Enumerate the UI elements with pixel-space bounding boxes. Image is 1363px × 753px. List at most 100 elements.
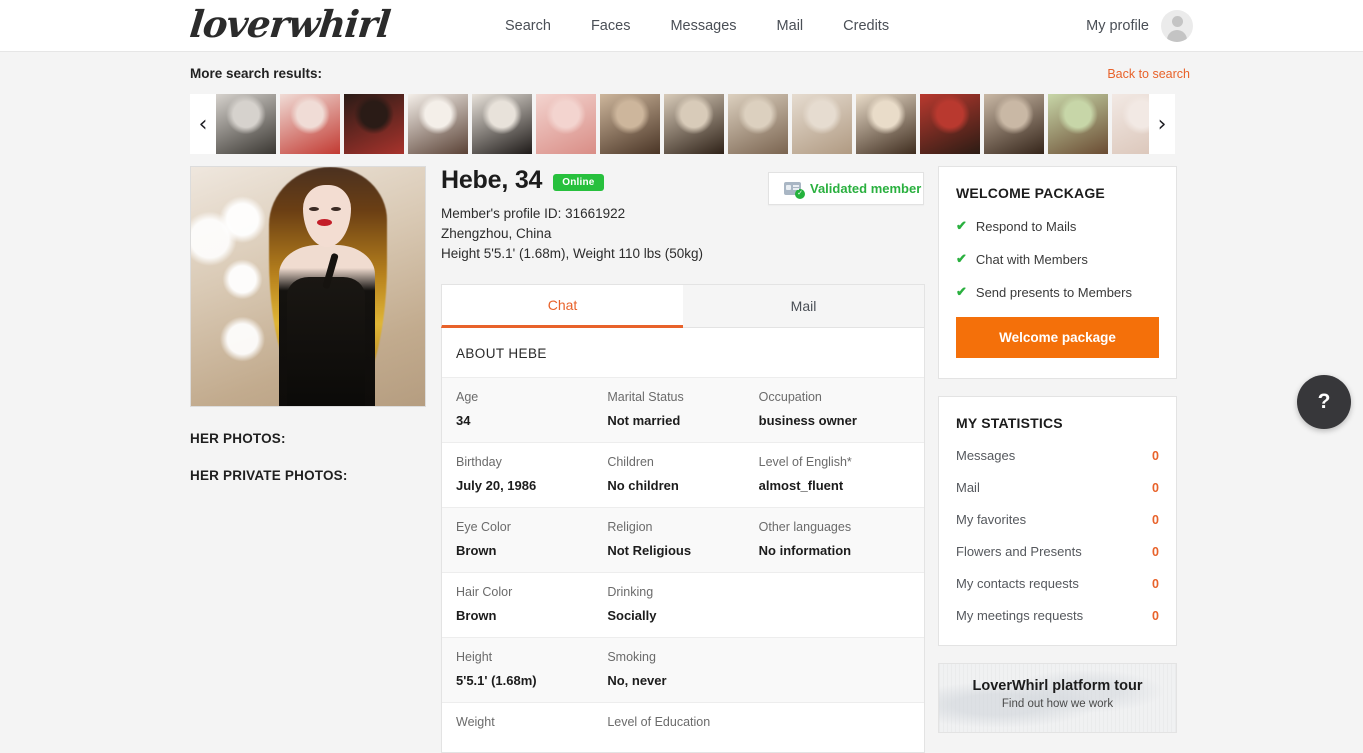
profile-right-sidebar: WELCOME PACKAGE ✔Respond to Mails✔Chat w… (938, 166, 1177, 733)
welcome-package-title: WELCOME PACKAGE (956, 185, 1159, 201)
about-info-cell: Level of English*almost_fluent (759, 455, 910, 493)
about-info-row: Height5'5.1' (1.68m)SmokingNo, never (442, 637, 924, 702)
about-info-cell: Level of Education (607, 715, 758, 738)
profile-id-line: Member's profile ID: 31661922 (441, 206, 925, 221)
about-info-value: Not Religious (607, 543, 758, 558)
nav-item-search[interactable]: Search (505, 18, 551, 34)
about-info-value: Not married (607, 413, 758, 428)
about-info-key: Eye Color (456, 520, 607, 534)
profile-location-line: Zhengzhou, China (441, 226, 925, 241)
statistics-value: 0 (1152, 609, 1159, 623)
statistics-row[interactable]: My contacts requests0 (956, 576, 1159, 591)
profile-main-column: Hebe, 34 Online Member's profile ID: 316… (441, 166, 925, 753)
carousel-prev-icon[interactable]: ‹ (190, 94, 216, 154)
welcome-package-perk-label: Chat with Members (976, 252, 1088, 267)
carousel-thumbnail[interactable] (664, 94, 724, 154)
profile-left-column: HER PHOTOS: HER PRIVATE PHOTOS: (190, 166, 430, 483)
my-statistics-card: MY STATISTICS Messages0Mail0My favorites… (938, 396, 1177, 646)
statistics-label: Flowers and Presents (956, 544, 1082, 559)
platform-tour-title: LoverWhirl platform tour (939, 678, 1176, 694)
carousel-thumbnail[interactable] (1048, 94, 1108, 154)
back-to-search-link[interactable]: Back to search (1107, 67, 1190, 81)
welcome-package-perk-label: Respond to Mails (976, 219, 1076, 234)
tab-chat[interactable]: Chat (441, 284, 683, 328)
nav-item-faces[interactable]: Faces (591, 18, 631, 34)
about-info-value: Brown (456, 543, 607, 558)
carousel-thumbnail[interactable] (792, 94, 852, 154)
about-info-value: 5'5.1' (1.68m) (456, 673, 607, 688)
about-info-row: Age34Marital StatusNot marriedOccupation… (442, 377, 924, 442)
about-info-key: Marital Status (607, 390, 758, 404)
about-info-key: Birthday (456, 455, 607, 469)
site-logo[interactable]: loverwhirl (188, 2, 392, 46)
help-button[interactable]: ? (1297, 375, 1351, 429)
carousel-thumbnail[interactable] (984, 94, 1044, 154)
photo-lips (317, 219, 332, 226)
results-carousel: ‹ › (190, 94, 1175, 154)
online-status-badge: Online (553, 174, 603, 191)
my-profile-area[interactable]: My profile (1086, 10, 1193, 42)
nav-item-credits[interactable]: Credits (843, 18, 889, 34)
carousel-thumbnail[interactable] (216, 94, 276, 154)
statistics-value: 0 (1152, 481, 1159, 495)
carousel-thumbnail[interactable] (600, 94, 660, 154)
statistics-row[interactable]: My favorites 0 (956, 512, 1159, 527)
carousel-thumbnail[interactable] (1112, 94, 1149, 154)
about-info-cell: Drinking Socially (607, 585, 758, 623)
about-info-cell: Religion Not Religious (607, 520, 758, 558)
carousel-thumbnail[interactable] (344, 94, 404, 154)
about-info-key: Weight (456, 715, 607, 729)
carousel-thumbnail[interactable] (728, 94, 788, 154)
welcome-package-perk-label: Send presents to Members (976, 285, 1132, 300)
statistics-value: 0 (1152, 449, 1159, 463)
carousel-thumbnail[interactable] (856, 94, 916, 154)
validated-member-label: Validated member (810, 181, 921, 196)
statistics-row[interactable]: My meetings requests0 (956, 608, 1159, 623)
profile-name: Hebe, 34 (441, 166, 542, 195)
statistics-row[interactable]: Messages 0 (956, 448, 1159, 463)
carousel-next-icon[interactable]: › (1149, 94, 1175, 154)
carousel-thumbnail[interactable] (408, 94, 468, 154)
about-info-cell: SmokingNo, never (607, 650, 758, 688)
platform-tour-card[interactable]: LoverWhirl platform tour Find out how we… (938, 663, 1177, 733)
statistics-label: Messages (956, 448, 1015, 463)
carousel-thumbnail[interactable] (920, 94, 980, 154)
statistics-row[interactable]: Flowers and Presents 0 (956, 544, 1159, 559)
about-info-cell: Occupationbusiness owner (759, 390, 910, 428)
about-info-key: Level of English* (759, 455, 910, 469)
statistics-label: My contacts requests (956, 576, 1079, 591)
about-info-cell: ChildrenNo children (607, 455, 758, 493)
welcome-package-perk: ✔ Send presents to Members (956, 284, 1159, 300)
tab-mail[interactable]: Mail (683, 284, 925, 328)
statistics-value: 0 (1152, 545, 1159, 559)
about-info-key: Drinking (607, 585, 758, 599)
top-navigation-bar: loverwhirl Search Faces Messages Mail Cr… (0, 0, 1363, 52)
my-statistics-list: Messages0Mail0My favorites0Flowers and P… (956, 448, 1159, 623)
statistics-value: 0 (1152, 513, 1159, 527)
about-info-key: Religion (607, 520, 758, 534)
nav-item-messages[interactable]: Messages (670, 18, 736, 34)
about-info-key: Other languages (759, 520, 910, 534)
profile-main-photo[interactable] (190, 166, 426, 407)
carousel-thumbnail[interactable] (536, 94, 596, 154)
about-info-cell (759, 715, 910, 738)
about-info-row: WeightLevel of Education (442, 702, 924, 752)
about-info-cell: Height5'5.1' (1.68m) (456, 650, 607, 688)
main-nav: Search Faces Messages Mail Credits (505, 0, 889, 52)
about-info-cell: Weight (456, 715, 607, 738)
carousel-thumbnail[interactable] (472, 94, 532, 154)
nav-item-mail[interactable]: Mail (777, 18, 804, 34)
welcome-package-button[interactable]: Welcome package (956, 317, 1159, 358)
statistics-row[interactable]: Mail0 (956, 480, 1159, 495)
statistics-label: My favorites (956, 512, 1026, 527)
about-info-value: Socially (607, 608, 758, 623)
about-info-grid: Age34Marital StatusNot marriedOccupation… (442, 377, 924, 752)
about-info-key: Children (607, 455, 758, 469)
carousel-thumbnail[interactable] (280, 94, 340, 154)
about-info-value: No, never (607, 673, 758, 688)
user-avatar-icon[interactable] (1161, 10, 1193, 42)
more-search-results-title: More search results: (190, 66, 322, 81)
checkmark-icon: ✔ (956, 284, 967, 300)
validated-member-badge: ✓ Validated member (768, 172, 924, 205)
about-info-value: No information (759, 543, 910, 558)
